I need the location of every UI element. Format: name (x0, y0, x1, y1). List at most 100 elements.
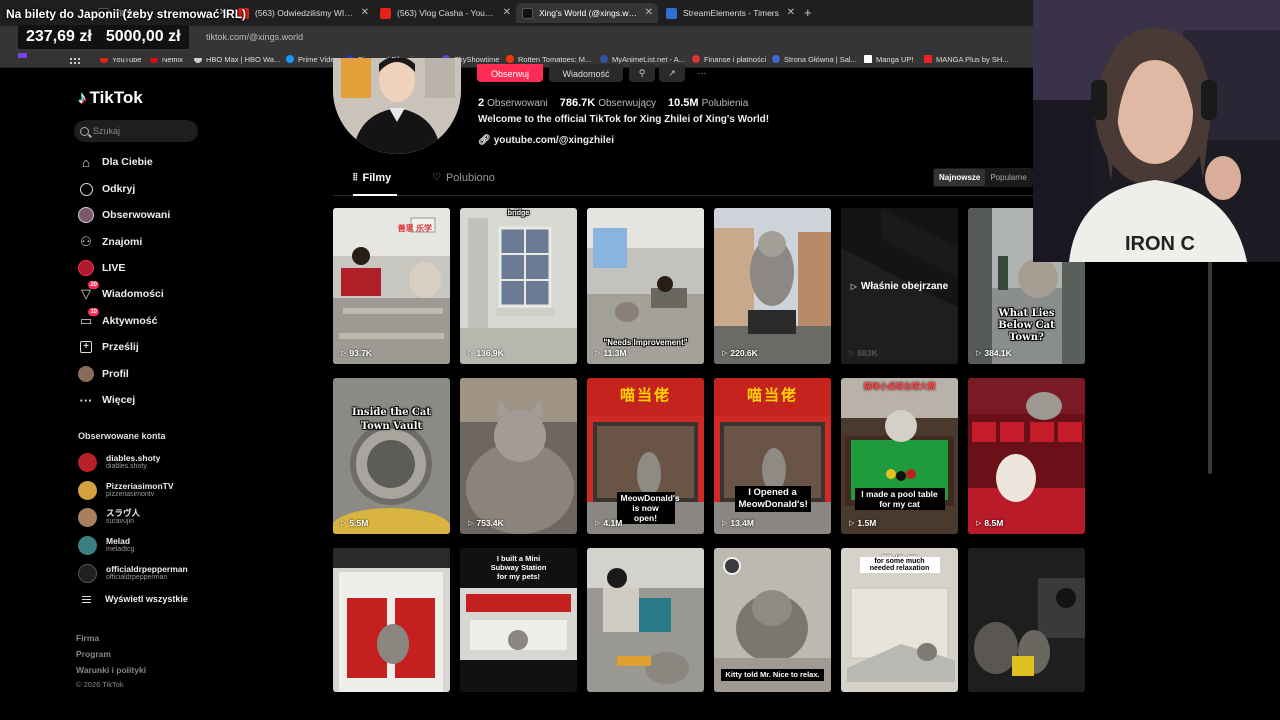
list-icon (82, 594, 91, 605)
address-url[interactable]: tiktok.com/@xings.world (206, 32, 303, 42)
nav-przeslij[interactable]: + Prześlij (78, 337, 139, 357)
browser-tab-xings-world[interactable]: Xing's World (@xings.world) | TikTok ✕ (516, 3, 658, 23)
nav-wiecej[interactable]: ··· Więcej (78, 390, 136, 410)
video-thumbnail[interactable]: 閲 娱 匠 for some much needed relaxation (841, 548, 958, 692)
message-button[interactable]: Wiadomość (549, 64, 623, 82)
footer-link-firma[interactable]: Firma (76, 633, 99, 643)
video-caption: I Opened a MeowDonald's! (714, 486, 831, 512)
finance-icon (692, 55, 700, 63)
followed-account[interactable]: diables.shoty diables.shoty (78, 451, 160, 473)
share-icon[interactable]: ↗ (659, 64, 685, 82)
stat-followers[interactable]: 786.7K Obserwujący (560, 93, 656, 111)
video-thumbnail[interactable]: bridge ▷ 136.9K (460, 208, 577, 364)
manga-up-icon (864, 55, 872, 63)
close-icon[interactable]: ✕ (787, 7, 795, 18)
view-count: ▷ 93.7K (341, 348, 373, 358)
tab-liked[interactable]: ♡ Polubiono (432, 172, 495, 196)
video-thumbnail[interactable]: 猫咪小桌球台球大赛 I made a pool table for my cat… (841, 378, 958, 534)
followed-account[interactable]: officialdrpepperman officialdrpepperman (78, 562, 188, 584)
search-box[interactable] (74, 120, 198, 142)
streamelements-icon (666, 7, 677, 19)
video-building-image (460, 208, 577, 364)
video-thumbnail[interactable]: ▷ 753.4K (460, 378, 577, 534)
tiktok-logo[interactable]: ♪ TikTok (78, 88, 143, 108)
add-friend-icon[interactable]: ⚲ (629, 64, 655, 82)
nav-live[interactable]: LIVE (78, 258, 125, 278)
browser-tab-youtube-2[interactable]: (563) Vlog Casha - YouTube ✕ (374, 3, 516, 23)
bookmark-manga-plus[interactable]: MANGA Plus by SH... (924, 53, 1009, 65)
play-icon: ▷ (976, 350, 982, 357)
followed-account[interactable]: スラヴ人 suravujin (78, 506, 140, 528)
nav-wiadomosci[interactable]: ▽ 20 Wiadomości (78, 281, 164, 304)
nav-obserwowani[interactable]: Obserwowani (78, 205, 170, 225)
play-icon: ▷ (976, 520, 982, 527)
follow-button[interactable]: Obserwuj (477, 64, 543, 82)
video-caption: for some much needed relaxation (841, 557, 958, 575)
stat-likes: 10.5M Polubienia (668, 97, 749, 109)
video-thumbnail[interactable]: ▷ 220.6K (714, 208, 831, 364)
footer-link-program[interactable]: Program (76, 649, 111, 659)
nav-znajomi[interactable]: ⚇ Znajomi (78, 232, 142, 252)
video-thumbnail[interactable]: I built a Mini Subway Station for my pet… (460, 548, 577, 692)
sort-popular-button[interactable]: Popularne (985, 169, 1031, 186)
profile-link[interactable]: 🔗︎ youtube.com/@xingzhilei (478, 135, 614, 146)
video-thumbnail[interactable]: Kitty told Mr. Nice to relax. (714, 548, 831, 692)
video-caption: "Needs Improvement" (603, 338, 688, 347)
close-icon[interactable]: ✕ (645, 7, 653, 18)
video-thumbnail[interactable]: "Needs Improvement" ▷ 11.3M (587, 208, 704, 364)
video-thumbnail[interactable]: 喵当佬 MeowDonald's is now open! ▷ 4.1M (587, 378, 704, 534)
browser-tab-streamelements[interactable]: StreamElements - Timers ✕ (660, 3, 800, 23)
grid-icon: ⦙⦙ (353, 172, 358, 183)
browser-tab-youtube-1[interactable]: (563) Odwiedziliśmy WIRALOWE ✕ (232, 3, 374, 23)
followed-account[interactable]: PizzeriasimonTV pizzeriasimontv (78, 479, 174, 501)
avatar (78, 563, 97, 583)
followed-account[interactable]: Melad meladtcg (78, 534, 134, 556)
view-count: ▷ 11.3M (595, 348, 627, 358)
profile-bio: Welcome to the official TikTok for Xing … (478, 114, 770, 125)
bookmark-manga-up[interactable]: Manga UP! (864, 53, 914, 65)
video-thumbnail[interactable] (587, 548, 704, 692)
nav-odkryj[interactable]: Odkryj (78, 179, 135, 199)
profile-avatar (333, 58, 461, 154)
donation-goal-title: Na bilety do Japonii (żeby stremować IRL… (6, 7, 247, 21)
view-count: ▷ 5.5M (341, 518, 369, 528)
profile-stats: 2 Obserwowani 786.7K Obserwujący 10.5M Polu… (478, 93, 748, 111)
scrollbar[interactable] (1208, 262, 1212, 474)
upload-icon: + (78, 339, 94, 355)
activity-icon: ▭ 10 (79, 308, 99, 328)
video-night-cats-image (968, 548, 1085, 692)
close-icon[interactable]: ✕ (361, 7, 369, 18)
video-thumbnail[interactable]: 喵当佬 I Opened a MeowDonald's! ▷ 13.4M (714, 378, 831, 534)
heart-outline-icon: ♡ (432, 172, 441, 183)
video-thumbnail[interactable]: 善思 乐学 ▷ 93.7K (333, 208, 450, 364)
streamer-webcam: IRON C (1033, 0, 1280, 262)
footer-link-terms[interactable]: Warunki i polityki (76, 665, 146, 675)
avatar (78, 480, 97, 500)
video-thumbnail[interactable]: ▷ Właśnie obejrzane ▷ 683K (841, 208, 958, 364)
search-input[interactable] (93, 126, 193, 136)
bookmark-strona-glowna[interactable]: Strona Główna | Sal... (772, 53, 857, 65)
play-icon: ▷ (468, 520, 474, 527)
view-count: ▷ 8.5M (976, 518, 1004, 528)
video-thumbnail[interactable]: Inside the Cat Town Vault ▷ 5.5M (333, 378, 450, 534)
close-icon[interactable]: ✕ (503, 7, 511, 18)
video-thumbnail[interactable] (333, 548, 450, 692)
show-all-following[interactable]: Wyświetl wszystkie (82, 594, 188, 605)
watched-overlay: ▷ Właśnie obejrzane (841, 208, 958, 364)
video-vault-image (333, 378, 450, 534)
video-thumbnail[interactable]: ▷ 8.5M (968, 378, 1085, 534)
nav-profil[interactable]: Profil (78, 364, 129, 384)
more-icon: ··· (79, 392, 93, 408)
pool-table-sign: 猫咪小桌球台球大赛 (863, 382, 936, 391)
nav-aktywnosc[interactable]: ▭ 10 Aktywność (78, 308, 157, 331)
more-options-icon[interactable]: ··· (689, 64, 715, 82)
bookmark-prime-video[interactable]: Prime Video (286, 53, 339, 65)
stat-following[interactable]: 2 Obserwowani (478, 93, 548, 111)
video-thumbnail[interactable] (968, 548, 1085, 692)
video-caption: I made a pool table for my cat (841, 488, 958, 512)
tab-videos[interactable]: ⦙⦙ Filmy (353, 172, 397, 196)
sort-latest-button[interactable]: Najnowsze (934, 169, 986, 186)
new-tab-icon[interactable]: + (804, 5, 812, 20)
nav-dla-ciebie[interactable]: ⌂ Dla Ciebie (78, 152, 153, 172)
profile-avatar-illustration (333, 58, 461, 154)
